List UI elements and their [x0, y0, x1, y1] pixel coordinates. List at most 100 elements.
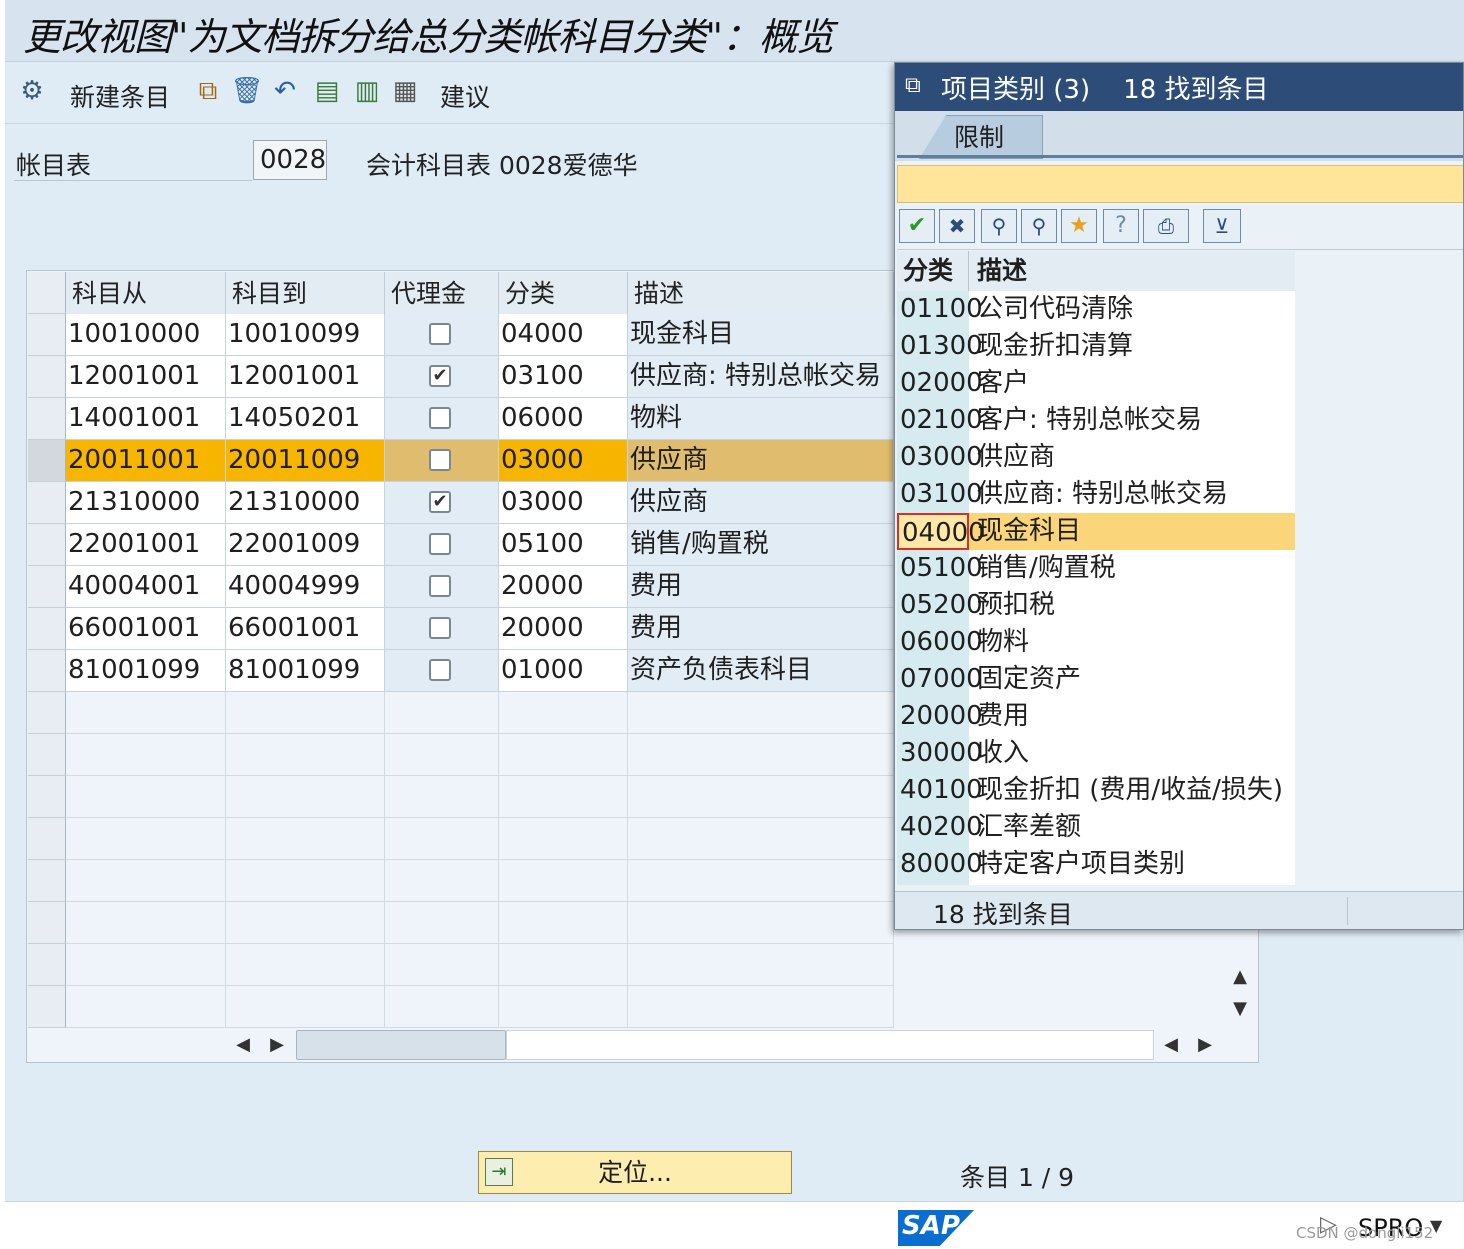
- scroll-down-icon[interactable]: ▼: [1224, 994, 1256, 1024]
- empty-cell[interactable]: [628, 692, 894, 734]
- empty-cell[interactable]: [66, 902, 226, 944]
- class-cell[interactable]: 03000: [499, 440, 628, 482]
- row-selector[interactable]: [28, 314, 66, 356]
- class-cell[interactable]: 20000: [499, 608, 628, 650]
- empty-cell[interactable]: [385, 902, 499, 944]
- proxy-checkbox[interactable]: [429, 533, 451, 555]
- proxy-checkbox[interactable]: [429, 659, 451, 681]
- empty-row-selector[interactable]: [28, 734, 66, 776]
- find-icon[interactable]: ⚲: [981, 209, 1017, 243]
- scroll-left-icon[interactable]: ◀: [228, 1030, 258, 1060]
- empty-cell[interactable]: [385, 776, 499, 818]
- class-cell[interactable]: 01000: [499, 650, 628, 692]
- empty-cell[interactable]: [628, 986, 894, 1028]
- account-to-cell[interactable]: 14050201: [226, 398, 385, 440]
- popup-list-item[interactable]: 05200 预扣税: [897, 587, 1295, 624]
- row-selector[interactable]: [28, 524, 66, 566]
- account-from-cell[interactable]: 20011001: [66, 440, 226, 482]
- empty-cell[interactable]: [628, 860, 894, 902]
- empty-cell[interactable]: [66, 986, 226, 1028]
- deselect-all-icon[interactable]: ▦: [388, 76, 422, 110]
- class-cell[interactable]: 03000: [499, 482, 628, 524]
- account-from-cell[interactable]: 81001099: [66, 650, 226, 692]
- popup-list-item[interactable]: 02100 客户: 特别总帐交易: [897, 402, 1295, 439]
- popup-list-item[interactable]: 03000 供应商: [897, 439, 1295, 476]
- empty-cell[interactable]: [66, 692, 226, 734]
- row-selector[interactable]: [28, 398, 66, 440]
- proxy-checkbox[interactable]: [429, 575, 451, 597]
- copy-icon[interactable]: ⧉: [192, 76, 224, 110]
- empty-cell[interactable]: [499, 902, 628, 944]
- account-from-cell[interactable]: 14001001: [66, 398, 226, 440]
- new-entries-button[interactable]: 新建条目: [70, 78, 170, 114]
- empty-cell[interactable]: [385, 818, 499, 860]
- empty-cell[interactable]: [226, 986, 385, 1028]
- popup-list-item[interactable]: 40100 现金折扣 (费用/收益/损失): [897, 772, 1295, 809]
- popup-list-item[interactable]: 40200 汇率差额: [897, 809, 1295, 846]
- empty-cell[interactable]: [226, 776, 385, 818]
- empty-row-selector[interactable]: [28, 692, 66, 734]
- scroll-right-end-icon[interactable]: ▶: [1190, 1030, 1220, 1060]
- empty-row-selector[interactable]: [28, 944, 66, 986]
- print-icon[interactable]: ⎙: [1143, 209, 1189, 243]
- account-to-cell[interactable]: 21310000: [226, 482, 385, 524]
- empty-cell[interactable]: [628, 902, 894, 944]
- proxy-checkbox[interactable]: [429, 323, 451, 345]
- account-from-cell[interactable]: 66001001: [66, 608, 226, 650]
- empty-cell[interactable]: [226, 944, 385, 986]
- empty-cell[interactable]: [499, 692, 628, 734]
- col-header-desc[interactable]: 描述: [628, 272, 894, 314]
- row-selector[interactable]: [28, 608, 66, 650]
- empty-cell[interactable]: [226, 860, 385, 902]
- help-icon[interactable]: ?: [1103, 209, 1139, 243]
- empty-row-selector[interactable]: [28, 860, 66, 902]
- scroll-right-icon[interactable]: ▶: [262, 1030, 292, 1060]
- locate-button[interactable]: ⇥ 定位...: [478, 1151, 792, 1194]
- class-cell[interactable]: 06000: [499, 398, 628, 440]
- popup-list-item[interactable]: 30000 收入: [897, 735, 1295, 772]
- class-cell[interactable]: 05100: [499, 524, 628, 566]
- horizontal-scrollbar-thumb[interactable]: [296, 1030, 506, 1060]
- proxy-checkbox[interactable]: [429, 617, 451, 639]
- account-to-cell[interactable]: 81001099: [226, 650, 385, 692]
- empty-cell[interactable]: [628, 734, 894, 776]
- empty-cell[interactable]: [385, 734, 499, 776]
- empty-cell[interactable]: [385, 692, 499, 734]
- col-header-from[interactable]: 科目从: [66, 272, 226, 314]
- filter-icon[interactable]: ⊻: [1203, 209, 1241, 243]
- proxy-checkbox[interactable]: ✔: [429, 491, 451, 513]
- empty-cell[interactable]: [226, 692, 385, 734]
- empty-row-selector[interactable]: [28, 986, 66, 1028]
- row-selector[interactable]: [28, 356, 66, 398]
- col-header-proxy[interactable]: 代理金: [385, 272, 499, 314]
- empty-cell[interactable]: [628, 944, 894, 986]
- popup-col-class[interactable]: 分类: [897, 251, 969, 291]
- account-to-cell[interactable]: 10010099: [226, 314, 385, 356]
- popup-list-item[interactable]: 01100 公司代码清除: [897, 291, 1295, 328]
- select-block-icon[interactable]: ▥: [350, 76, 384, 110]
- proxy-checkbox[interactable]: ✔: [429, 365, 451, 387]
- account-from-cell[interactable]: 10010000: [66, 314, 226, 356]
- class-cell[interactable]: 03100: [499, 356, 628, 398]
- scroll-left-end-icon[interactable]: ◀: [1156, 1030, 1186, 1060]
- change-display-icon[interactable]: ⚙: [14, 76, 50, 110]
- proxy-checkbox[interactable]: [429, 407, 451, 429]
- account-to-cell[interactable]: 22001009: [226, 524, 385, 566]
- empty-cell[interactable]: [499, 986, 628, 1028]
- empty-row-selector[interactable]: [28, 818, 66, 860]
- col-header-to[interactable]: 科目到: [226, 272, 385, 314]
- row-selector[interactable]: [28, 566, 66, 608]
- empty-cell[interactable]: [66, 860, 226, 902]
- empty-cell[interactable]: [66, 818, 226, 860]
- proxy-checkbox[interactable]: [429, 449, 451, 471]
- account-to-cell[interactable]: 20011009: [226, 440, 385, 482]
- row-selector[interactable]: [28, 650, 66, 692]
- account-to-cell[interactable]: 12001001: [226, 356, 385, 398]
- account-to-cell[interactable]: 40004999: [226, 566, 385, 608]
- empty-row-selector[interactable]: [28, 902, 66, 944]
- empty-cell[interactable]: [66, 776, 226, 818]
- popup-list-item[interactable]: 02000 客户: [897, 365, 1295, 402]
- empty-row-selector[interactable]: [28, 776, 66, 818]
- scroll-up-icon[interactable]: ▲: [1224, 962, 1256, 992]
- popup-list-item[interactable]: 04000 现金科目: [897, 513, 1295, 550]
